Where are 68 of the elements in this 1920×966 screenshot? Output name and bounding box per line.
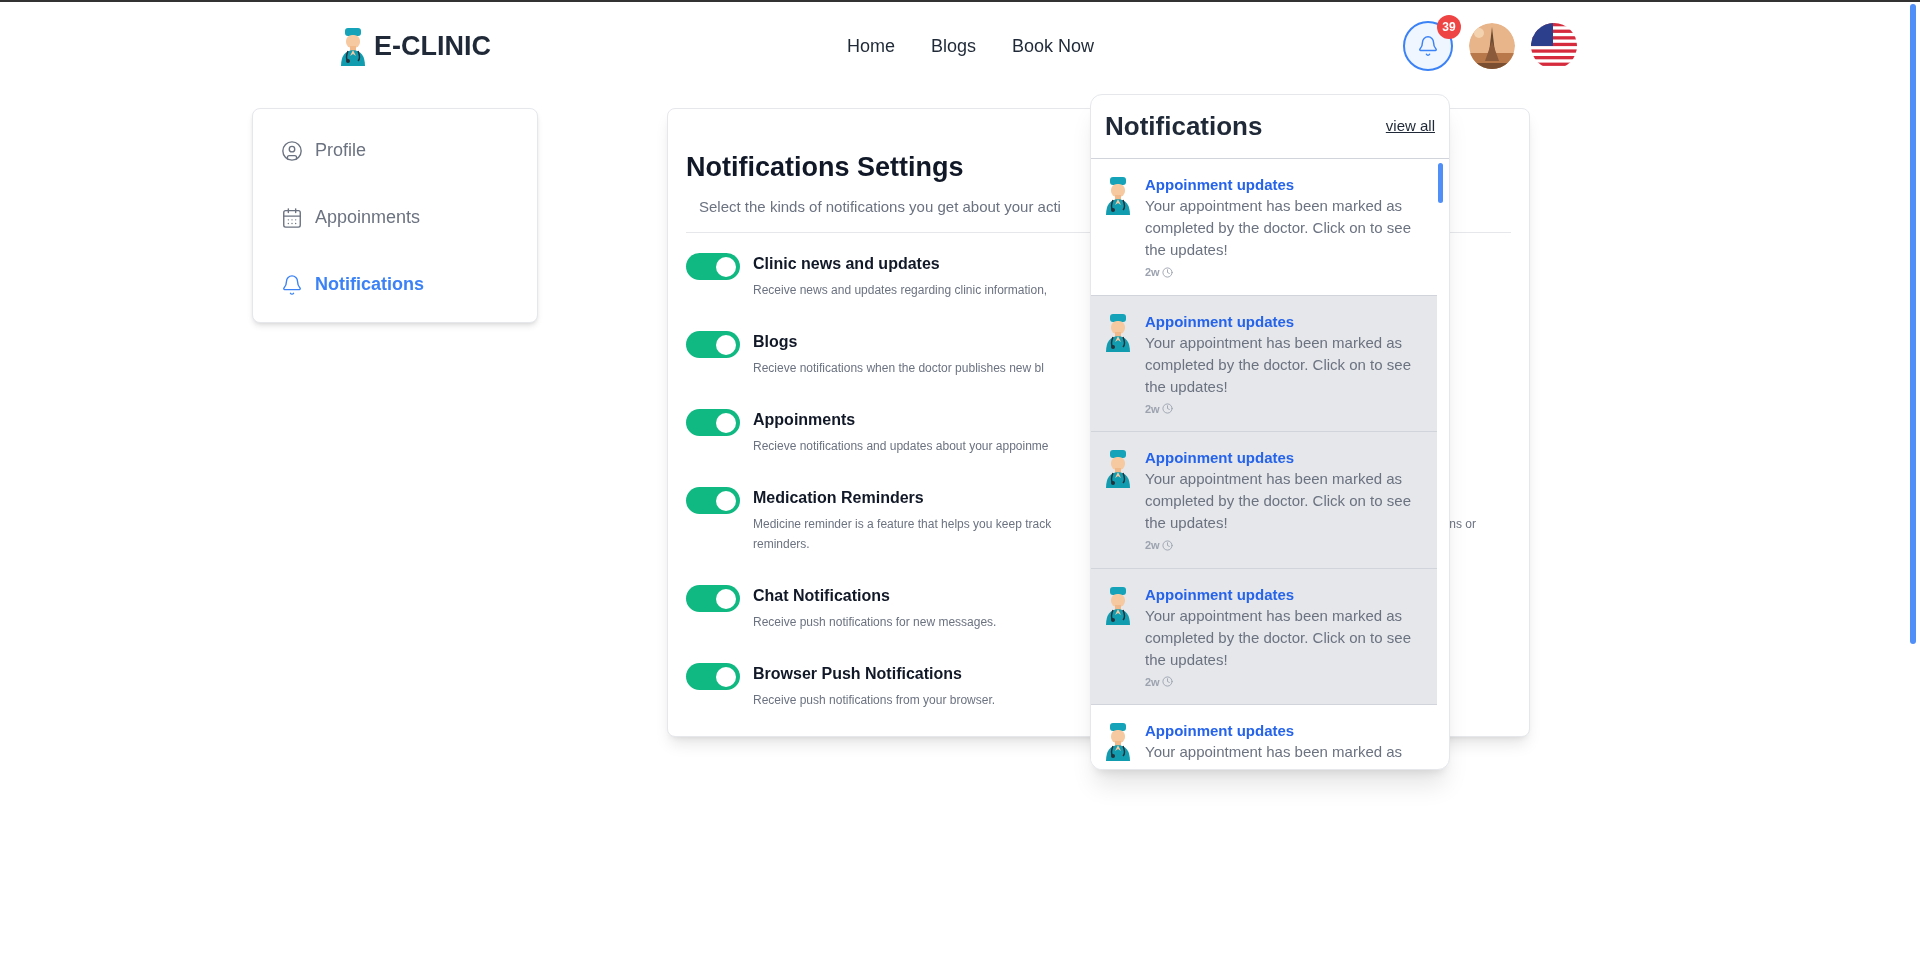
- toggle-switch[interactable]: [686, 663, 740, 690]
- toggle-switch[interactable]: [686, 487, 740, 514]
- us-flag-icon[interactable]: [1531, 23, 1577, 69]
- setting-description: reminders.: [753, 536, 810, 553]
- doctor-avatar-icon: [1105, 721, 1131, 761]
- sidebar-item[interactable]: Notifications: [281, 271, 509, 298]
- setting-label: Chat Notifications: [753, 586, 890, 606]
- brand-name[interactable]: E-CLINIC: [374, 25, 491, 67]
- notification-item[interactable]: Appoinment updates Your appointment has been marked as: [1091, 705, 1437, 769]
- notification-item[interactable]: Appoinment updates Your appointment has been marked as completed by the doctor. Click on to see the updates! 2w: [1091, 159, 1437, 296]
- setting-description: Receive push notifications for new messages.: [753, 614, 997, 631]
- sidebar-item[interactable]: Appoinments: [281, 204, 509, 231]
- setting-description: Recieve notifications and updates about your appoinme: [753, 438, 1049, 455]
- calendar-icon: [281, 206, 303, 229]
- toggle-switch[interactable]: [686, 585, 740, 612]
- notification-title: Appoinment updates: [1145, 311, 1296, 332]
- setting-description: Recieve notifications when the doctor publishes new bl: [753, 360, 1044, 377]
- notification-item[interactable]: Appoinment updates Your appointment has been marked as completed by the doctor. Click on to see the updates! 2w: [1091, 568, 1437, 705]
- setting-label: Medication Reminders: [753, 488, 924, 508]
- notification-title: Appoinment updates: [1145, 721, 1296, 741]
- notification-time: 2w: [1145, 401, 1160, 417]
- settings-subtitle: Select the kinds of notifications you get about your acti: [699, 196, 1061, 217]
- page-scrollbar-thumb[interactable]: [1910, 4, 1916, 644]
- nav-link[interactable]: Blogs: [930, 32, 976, 60]
- setting-description: Receive push notifications from your browser.: [753, 692, 996, 709]
- toggle-switch[interactable]: [686, 409, 740, 436]
- toggle-switch[interactable]: [686, 331, 740, 358]
- notification-message: Your appointment has been marked as completed by the doctor. Click on to see the updates!: [1145, 332, 1412, 397]
- setting-description: Medicine reminder is a feature that helps you keep track: [753, 516, 1052, 533]
- notification-message: Your appointment has been marked as completed by the doctor. Click on to see the updates!: [1145, 605, 1412, 670]
- doctor-avatar-icon: [1105, 448, 1131, 488]
- clock-icon: [1161, 676, 1173, 688]
- setting-description: Receive news and updates regarding clinic information,: [753, 282, 1048, 299]
- setting-label: Clinic news and updates: [753, 254, 940, 274]
- setting-label: Blogs: [753, 332, 798, 352]
- clock-icon: [1161, 266, 1173, 278]
- scrollbar-thumb[interactable]: [1438, 163, 1443, 203]
- notification-item[interactable]: Appoinment updates Your appointment has been marked as completed by the doctor. Click on to see the updates! 2w: [1091, 295, 1437, 432]
- notification-title: Appoinment updates: [1145, 584, 1296, 605]
- notification-item[interactable]: Appoinment updates Your appointment has been marked as completed by the doctor. Click on to see the updates! 2w: [1091, 432, 1437, 569]
- setting-label: Browser Push Notifications: [753, 664, 962, 684]
- notification-title: Appoinment updates: [1145, 175, 1296, 195]
- bell-icon: [281, 273, 303, 296]
- nav-link[interactable]: Home: [846, 32, 895, 60]
- clock-icon: [1161, 403, 1173, 415]
- sidebar-item[interactable]: Profile: [281, 137, 509, 164]
- setting-label: Appoinments: [753, 410, 856, 430]
- clock-icon: [1161, 539, 1173, 551]
- notification-message: Your appointment has been marked as completed by the doctor. Click on to see the updates!: [1145, 469, 1412, 533]
- notification-time: 2w: [1145, 674, 1160, 690]
- toggle-switch[interactable]: [686, 253, 740, 280]
- settings-title: Notifications Settings: [686, 151, 964, 184]
- doctor-logo-icon: [338, 26, 368, 66]
- bell-icon: [1417, 35, 1439, 57]
- user-icon: [281, 139, 303, 162]
- notification-time: 2w: [1145, 265, 1160, 280]
- notification-title: Appoinment updates: [1145, 448, 1296, 468]
- notifications-title: Notifications: [1105, 110, 1263, 143]
- notification-message: Your appointment has been marked as completed by the doctor. Click on to see the updates!: [1145, 196, 1412, 260]
- setting-description: ns or: [1449, 516, 1476, 533]
- nav-link[interactable]: Book Now: [1012, 32, 1095, 60]
- notification-message: Your appointment has been marked as: [1145, 742, 1403, 762]
- doctor-avatar-icon: [1105, 175, 1131, 215]
- doctor-avatar-icon: [1105, 584, 1131, 625]
- view-all-link[interactable]: view all: [1385, 115, 1435, 138]
- notification-time: 2w: [1145, 538, 1160, 553]
- doctor-avatar-icon: [1105, 311, 1131, 352]
- notification-count: 39: [1437, 15, 1461, 39]
